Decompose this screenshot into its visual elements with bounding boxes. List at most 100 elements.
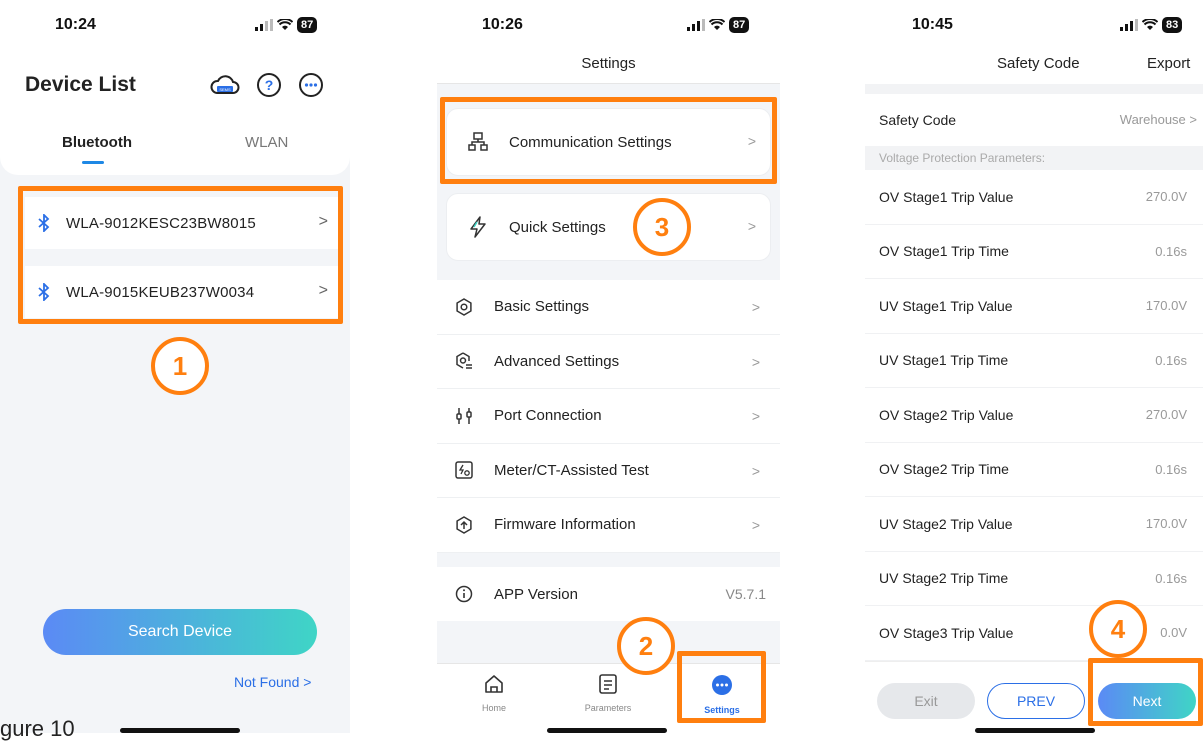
param-label: UV Stage2 Trip Time <box>879 570 1009 587</box>
wifi-icon <box>1142 19 1158 30</box>
home-icon <box>485 675 503 693</box>
status-bar: 10:26 87 <box>437 14 780 38</box>
lightning-icon <box>467 216 489 238</box>
home-indicator <box>547 728 667 733</box>
page-title: Settings <box>581 55 636 72</box>
search-device-button[interactable]: Search Device <box>43 609 317 655</box>
param-row[interactable]: OV Stage2 Trip Value 270.0V <box>865 388 1203 443</box>
step-marker: 4 <box>1089 600 1147 658</box>
settings-header: 10:26 87 Settings <box>437 0 780 84</box>
param-row[interactable]: UV Stage2 Trip Time 0.16s <box>865 551 1203 606</box>
section-header: Voltage Protection Parameters: <box>865 146 1203 170</box>
safety-code-screen: 10:45 83 Safety Code Export Safety Code … <box>865 0 1203 733</box>
param-label: UV Stage2 Trip Value <box>879 515 1013 532</box>
port-connection-item[interactable]: Port Connection > <box>437 389 780 444</box>
wifi-icon <box>709 19 725 30</box>
info-icon <box>454 584 474 604</box>
param-label: UV Stage1 Trip Value <box>879 297 1013 314</box>
step-marker: 1 <box>151 337 209 395</box>
export-button[interactable]: Export <box>1147 55 1190 72</box>
page-title: Safety Code <box>997 55 1080 72</box>
status-time: 10:26 <box>482 16 523 33</box>
tab-bluetooth[interactable]: Bluetooth <box>62 134 132 151</box>
not-found-link[interactable]: Not Found > <box>234 674 311 690</box>
tab-label: Parameters <box>584 703 632 713</box>
param-row[interactable]: OV Stage3 Trip Value 0.0V <box>865 606 1203 661</box>
sems-label: SEMS <box>219 87 231 92</box>
page-title: Device List <box>25 73 136 96</box>
help-icon[interactable]: ? <box>256 72 282 98</box>
chevron-right-icon: > <box>751 353 760 370</box>
param-value: 0.16s <box>1155 352 1187 368</box>
tab-wlan[interactable]: WLAN <box>245 134 288 151</box>
param-label: OV Stage3 Trip Value <box>879 624 1014 641</box>
firmware-information-item[interactable]: Firmware Information > <box>437 498 780 553</box>
exit-button[interactable]: Exit <box>877 683 975 719</box>
battery-icon: 83 <box>1162 17 1183 33</box>
param-label: UV Stage1 Trip Time <box>879 352 1009 369</box>
safety-code-label: Safety Code <box>879 112 957 128</box>
param-value: 0.16s <box>1155 243 1187 259</box>
safety-code-selector[interactable]: Safety Code Warehouse > <box>865 94 1203 146</box>
chevron-right-icon: > <box>747 218 756 234</box>
device-list-screen: 10:24 87 Device List SEMS ? Bluetooth WL… <box>0 0 350 733</box>
section-header-text: Voltage Protection Parameters: <box>879 151 1046 165</box>
tab-label: Home <box>481 703 506 713</box>
safety-code-header: 10:45 83 Safety Code Export <box>865 0 1203 84</box>
item-label: Meter/CT-Assisted Test <box>494 461 649 479</box>
chevron-right-icon: > <box>751 462 760 479</box>
status-time: 10:24 <box>55 16 96 33</box>
signal-icon <box>687 19 705 31</box>
highlight-box <box>440 97 777 184</box>
advanced-gear-icon <box>454 351 474 371</box>
highlight-box <box>677 651 766 723</box>
app-version-row: APP Version V5.7.1 <box>437 567 780 621</box>
step-marker: 2 <box>617 617 675 675</box>
chevron-right-icon: > <box>751 299 760 315</box>
settings-screen: 10:26 87 Settings Communication Settings… <box>437 0 780 733</box>
param-row[interactable]: UV Stage2 Trip Value 170.0V <box>865 497 1203 552</box>
param-value: 170.0V <box>1145 298 1187 313</box>
app-version-label: APP Version <box>494 585 578 603</box>
param-value: 0.0V <box>1160 625 1187 640</box>
gear-icon <box>454 297 474 317</box>
status-icons: 83 <box>1120 17 1183 33</box>
firmware-icon <box>454 515 474 535</box>
param-row[interactable]: OV Stage2 Trip Time 0.16s <box>865 442 1203 497</box>
home-indicator <box>975 728 1095 733</box>
param-value: 270.0V <box>1145 189 1187 204</box>
highlight-box <box>18 186 343 324</box>
param-row[interactable]: UV Stage1 Trip Value 170.0V <box>865 279 1203 334</box>
more-icon[interactable] <box>298 72 324 98</box>
app-version-value: V5.7.1 <box>725 586 766 602</box>
signal-icon <box>1120 19 1138 31</box>
svg-text:?: ? <box>265 77 274 93</box>
safety-code-value: Warehouse > <box>1119 112 1197 127</box>
meter-ct-test-item[interactable]: Meter/CT-Assisted Test > <box>437 444 780 498</box>
tab-parameters[interactable]: Parameters <box>573 674 643 713</box>
quick-settings-item[interactable]: Quick Settings > <box>446 193 771 261</box>
param-label: OV Stage2 Trip Time <box>879 461 1009 478</box>
tab-home[interactable]: Home <box>459 674 529 713</box>
param-row[interactable]: OV Stage1 Trip Time 0.16s <box>865 224 1203 279</box>
prev-button[interactable]: PREV <box>987 683 1085 719</box>
param-label: OV Stage1 Trip Value <box>879 188 1014 205</box>
chevron-right-icon: > <box>751 408 760 424</box>
advanced-settings-item[interactable]: Advanced Settings > <box>437 335 780 389</box>
sems-cloud-icon[interactable]: SEMS <box>210 72 240 98</box>
home-indicator <box>120 728 240 733</box>
meter-test-icon <box>454 460 474 480</box>
item-label: Quick Settings <box>509 218 606 236</box>
chevron-right-icon: > <box>751 517 760 533</box>
figure-caption: gure 10 <box>0 716 75 741</box>
battery-icon: 87 <box>297 17 318 33</box>
status-bar: 10:24 87 <box>0 14 350 38</box>
basic-settings-item[interactable]: Basic Settings > <box>437 280 780 335</box>
active-tab-indicator <box>82 161 104 164</box>
signal-icon <box>255 19 273 31</box>
parameters-icon <box>599 674 617 694</box>
highlight-box <box>1088 658 1203 726</box>
param-row[interactable]: UV Stage1 Trip Time 0.16s <box>865 333 1203 388</box>
param-row[interactable]: OV Stage1 Trip Value 270.0V <box>865 170 1203 225</box>
param-label: OV Stage2 Trip Value <box>879 406 1014 423</box>
